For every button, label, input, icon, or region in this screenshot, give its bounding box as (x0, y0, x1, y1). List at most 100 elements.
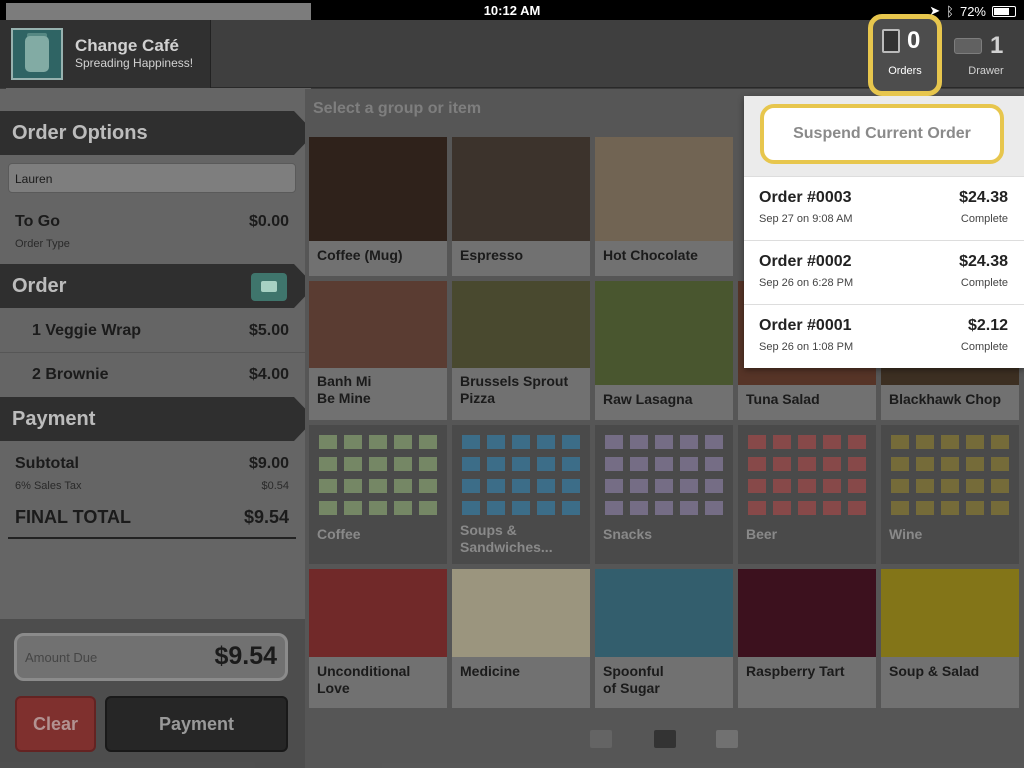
grid-cell (462, 457, 480, 471)
grid-cell (823, 479, 841, 493)
receipt-icon (882, 29, 900, 53)
clear-button[interactable]: Clear (15, 696, 96, 752)
print-icon[interactable] (251, 273, 287, 301)
grid-cell (487, 435, 505, 449)
grid-cell (941, 501, 959, 515)
grid-cell (487, 501, 505, 515)
group-label: Coffee (317, 526, 361, 542)
group-tile[interactable]: Soups & Sandwiches... (452, 425, 590, 564)
color-tile[interactable]: Unconditional Love (309, 569, 447, 708)
grid-cell (798, 457, 816, 471)
order-options-header[interactable]: Order Options (0, 111, 315, 155)
grid-cell (966, 457, 984, 471)
grid-cell (462, 435, 480, 449)
brand-block[interactable]: Change Café Spreading Happiness! (0, 20, 211, 88)
item-label: Hot Chocolate (595, 241, 733, 276)
list-view-icon[interactable] (716, 730, 738, 748)
grid-cell (748, 479, 766, 493)
grid-cell (562, 501, 580, 515)
order-list-item[interactable]: Order #0003 Sep 27 on 9:08 AM $24.38 Com… (744, 176, 1024, 240)
grid-cell (966, 479, 984, 493)
group-tile[interactable]: Snacks (595, 425, 733, 564)
battery-percent: 72% (959, 3, 986, 19)
item-tile[interactable]: Hot Chocolate (595, 137, 733, 276)
grid-cell (655, 457, 673, 471)
divider (0, 352, 305, 353)
color-swatch (881, 569, 1019, 657)
group-grid-icon (319, 435, 437, 515)
grid-cell (512, 501, 530, 515)
grid-cell (798, 435, 816, 449)
item-tile[interactable]: Espresso (452, 137, 590, 276)
grid-cell (680, 479, 698, 493)
drawer-button[interactable]: 1 Drawer (948, 20, 1024, 88)
grid-cell (369, 435, 387, 449)
color-tile[interactable]: Soup & Salad (881, 569, 1019, 708)
order-item-2[interactable]: 2 Brownie (32, 366, 108, 384)
grid-cell (394, 479, 412, 493)
order-status: Complete (960, 277, 1008, 289)
grid-cell (991, 479, 1009, 493)
order-date: Sep 27 on 9:08 AM (759, 213, 853, 225)
grid-cell (605, 479, 623, 493)
order-type-title[interactable]: To Go (15, 213, 60, 231)
group-grid-icon (891, 435, 1009, 515)
grid-view-icon[interactable] (590, 730, 612, 748)
grid-cell (991, 501, 1009, 515)
search-input[interactable]: Select a group or item (313, 100, 481, 118)
grid-cell (462, 479, 480, 493)
drawer-label: Drawer (968, 65, 1004, 77)
grid-cell (537, 435, 555, 449)
final-total-amount: $9.54 (243, 507, 289, 527)
grid-cell (773, 479, 791, 493)
group-tile[interactable]: Wine (881, 425, 1019, 564)
grid-cell (991, 435, 1009, 449)
grid-cell (655, 479, 673, 493)
grid-cell (748, 501, 766, 515)
tile-view-icon[interactable] (654, 730, 676, 748)
order-list-item[interactable]: Order #0001 Sep 26 on 1:08 PM $2.12 Comp… (744, 304, 1024, 368)
color-tile[interactable]: Spoonful of Sugar (595, 569, 733, 708)
item-label: Tuna Salad (738, 385, 876, 420)
order-item-1[interactable]: 1 Veggie Wrap (32, 322, 141, 340)
grid-cell (891, 457, 909, 471)
order-item-2-amount: $4.00 (248, 366, 289, 383)
tax-label: 6% Sales Tax (15, 480, 82, 492)
grid-cell (655, 501, 673, 515)
subtotal-label: Subtotal (15, 455, 79, 472)
tile-label: Raspberry Tart (738, 657, 876, 708)
grid-cell (705, 435, 723, 449)
grid-cell (823, 501, 841, 515)
payment-button[interactable]: Payment (105, 696, 288, 752)
orders-button[interactable]: 0 Orders (868, 14, 942, 96)
color-tile[interactable]: Raspberry Tart (738, 569, 876, 708)
order-date: Sep 26 on 1:08 PM (759, 341, 854, 353)
grid-cell (319, 479, 337, 493)
battery-icon (992, 5, 1016, 17)
grid-cell (512, 435, 530, 449)
grid-cell (369, 501, 387, 515)
item-tile[interactable]: Coffee (Mug) (309, 137, 447, 276)
grid-cell (487, 479, 505, 493)
grid-cell (823, 435, 841, 449)
grid-cell (705, 479, 723, 493)
group-grid-icon (462, 435, 580, 515)
final-total-label: FINAL TOTAL (15, 507, 131, 527)
grid-cell (419, 435, 437, 449)
color-tile[interactable]: Medicine (452, 569, 590, 708)
grid-cell (848, 479, 866, 493)
grid-cell (562, 435, 580, 449)
order-id: Order #0003 (759, 189, 852, 206)
grid-cell (891, 501, 909, 515)
grid-cell (773, 457, 791, 471)
suspend-order-button[interactable]: Suspend Current Order (760, 104, 1004, 164)
grid-cell (748, 435, 766, 449)
customer-name-field[interactable]: Lauren (8, 163, 296, 193)
group-tile[interactable]: Beer (738, 425, 876, 564)
item-tile[interactable]: Brussels Sprout Pizza (452, 281, 590, 420)
lasagna-photo (595, 281, 733, 385)
group-tile[interactable]: Coffee (309, 425, 447, 564)
item-tile[interactable]: Banh Mi Be Mine (309, 281, 447, 420)
item-tile[interactable]: Raw Lasagna (595, 281, 733, 420)
order-list-item[interactable]: Order #0002 Sep 26 on 6:28 PM $24.38 Com… (744, 240, 1024, 304)
